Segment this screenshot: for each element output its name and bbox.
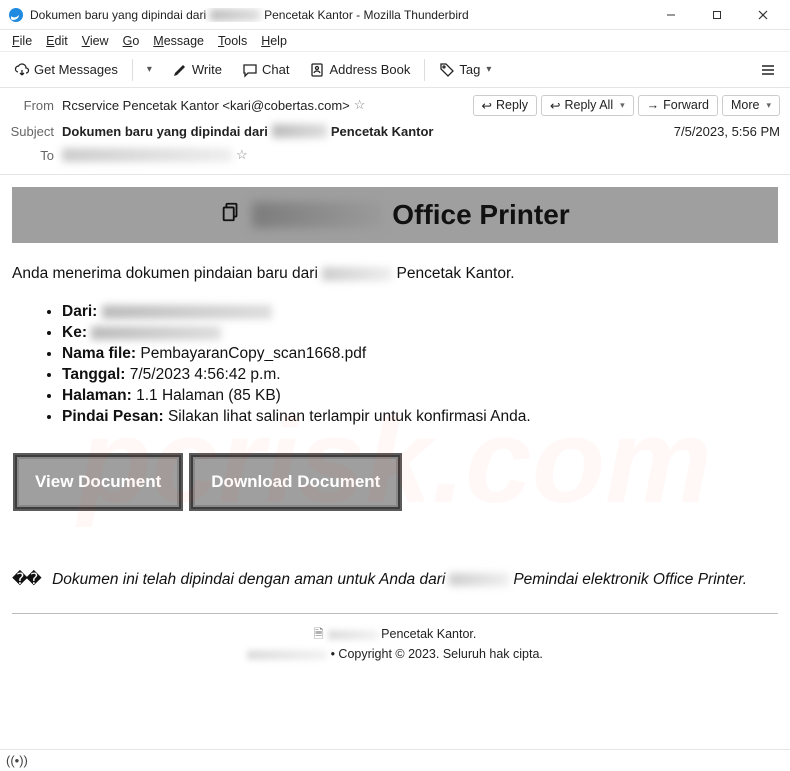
reply-icon: ↩ — [482, 98, 492, 113]
download-cloud-icon — [14, 62, 30, 78]
to-label: To — [10, 148, 54, 163]
view-document-button[interactable]: View Document — [14, 454, 182, 510]
to-value[interactable]: ☆ — [62, 147, 780, 163]
detail-to: Ke: — [62, 324, 778, 342]
chat-button[interactable]: Chat — [236, 59, 295, 81]
reply-button[interactable]: ↩Reply — [473, 95, 537, 116]
footer-scan-note: �︎�︎ Dokumen ini telah dipindai dengan a… — [12, 570, 778, 589]
reply-all-icon: ↩ — [550, 98, 560, 113]
forward-icon: → — [647, 98, 660, 112]
get-messages-dropdown[interactable]: ▾ — [141, 61, 158, 78]
message-body: pcrisk.com Office Printer Anda menerima … — [0, 175, 790, 746]
footer-divider — [12, 613, 778, 614]
get-messages-button[interactable]: Get Messages — [8, 59, 124, 81]
tag-label: Tag — [459, 62, 480, 77]
detail-message: Pindai Pesan: Silakan lihat salinan terl… — [62, 408, 778, 426]
minimize-button[interactable] — [648, 0, 694, 30]
status-bar: ((•)) — [0, 749, 790, 771]
from-label: From — [10, 98, 54, 113]
address-book-button[interactable]: Address Book — [303, 59, 416, 81]
intro-text: Anda menerima dokumen pindaian baru dari… — [12, 265, 778, 283]
star-icon[interactable]: ☆ — [236, 147, 248, 163]
forward-button[interactable]: →Forward — [638, 95, 718, 116]
menu-tools[interactable]: Tools — [212, 32, 253, 50]
menu-message[interactable]: Message — [147, 32, 210, 50]
menu-view[interactable]: View — [76, 32, 115, 50]
menu-go[interactable]: Go — [117, 32, 146, 50]
close-button[interactable] — [740, 0, 786, 30]
pencil-icon — [172, 62, 188, 78]
from-value[interactable]: Rcservice Pencetak Kantor <kari@cobertas… — [62, 98, 350, 113]
detail-filename: Nama file: PembayaranCopy_scan1668.pdf — [62, 345, 778, 363]
window-titlebar: Dokumen baru yang dipindai dari Pencetak… — [0, 0, 790, 30]
menu-file[interactable]: File — [6, 32, 38, 50]
message-date: 7/5/2023, 5:56 PM — [674, 124, 780, 139]
tag-button[interactable]: Tag ▾ — [433, 59, 497, 81]
address-book-label: Address Book — [329, 62, 410, 77]
more-button[interactable]: More▾ — [722, 95, 780, 116]
hamburger-icon — [760, 62, 776, 78]
activity-icon: ((•)) — [6, 753, 28, 768]
banner-title: Office Printer — [252, 199, 569, 231]
footer-copyright: 🗎 Pencetak Kantor. • Copyright © 2023. S… — [12, 624, 778, 664]
write-button[interactable]: Write — [166, 59, 228, 81]
toolbar: Get Messages ▾ Write Chat Address Book T… — [0, 52, 790, 88]
app-menu-button[interactable] — [754, 59, 782, 81]
message-headers: From Rcservice Pencetak Kantor <kari@cob… — [0, 88, 790, 175]
chat-label: Chat — [262, 62, 289, 77]
window-title: Dokumen baru yang dipindai dari Pencetak… — [30, 8, 648, 22]
reply-all-button[interactable]: ↩Reply All▾ — [541, 95, 634, 116]
menu-bar: File Edit View Go Message Tools Help — [0, 30, 790, 52]
document-icon — [220, 201, 242, 229]
star-icon[interactable]: ☆ — [354, 97, 366, 113]
get-messages-label: Get Messages — [34, 62, 118, 77]
thunderbird-icon — [8, 7, 24, 23]
subject-value: Dokumen baru yang dipindai dari Pencetak… — [62, 124, 666, 139]
detail-date: Tanggal: 7/5/2023 4:56:42 p.m. — [62, 366, 778, 384]
detail-pages: Halaman: 1.1 Halaman (85 KB) — [62, 387, 778, 405]
menu-edit[interactable]: Edit — [40, 32, 74, 50]
address-book-icon — [309, 62, 325, 78]
email-banner: Office Printer — [12, 187, 778, 243]
subject-label: Subject — [10, 124, 54, 139]
chat-icon — [242, 62, 258, 78]
tag-icon — [439, 62, 455, 78]
write-label: Write — [192, 62, 222, 77]
menu-help[interactable]: Help — [255, 32, 293, 50]
details-list: Dari: Ke: Nama file: PembayaranCopy_scan… — [12, 303, 778, 426]
document-small-icon: 🗎 — [314, 627, 324, 641]
maximize-button[interactable] — [694, 0, 740, 30]
download-document-button[interactable]: Download Document — [190, 454, 401, 510]
detail-from: Dari: — [62, 303, 778, 321]
